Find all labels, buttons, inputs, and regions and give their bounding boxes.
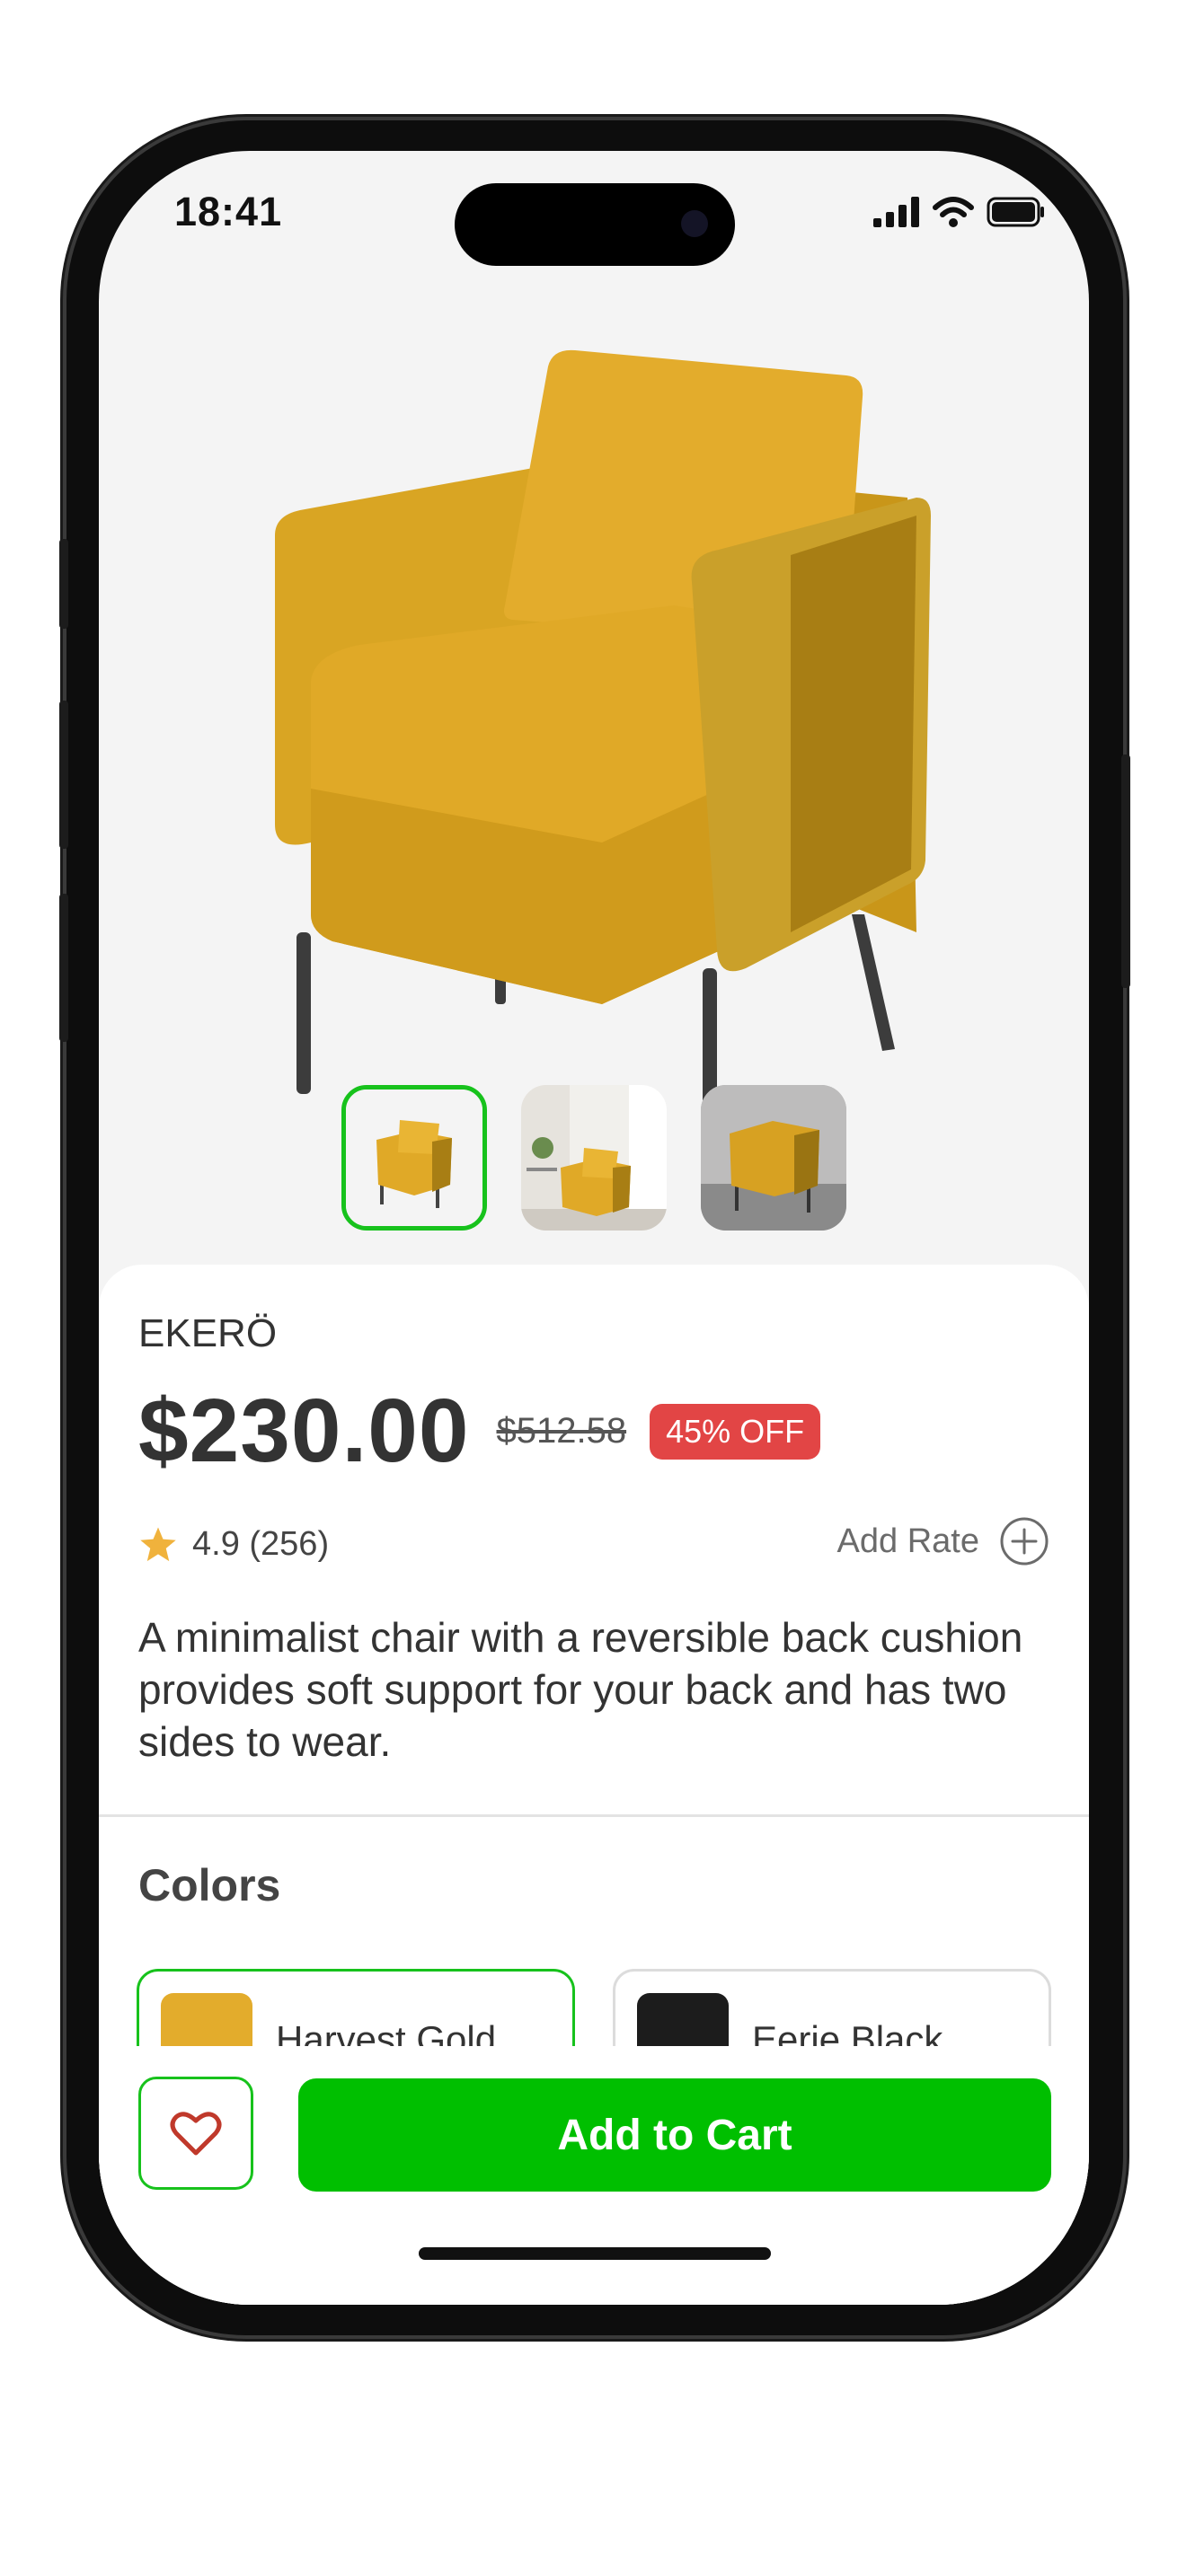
action-button (59, 539, 68, 629)
bottom-action-bar: Add to Cart (99, 2046, 1089, 2305)
add-circle-icon (1000, 1517, 1049, 1566)
section-divider (99, 1814, 1089, 1817)
heart-icon (170, 2112, 222, 2156)
current-price: $230.00 (138, 1381, 470, 1481)
power-button (1121, 754, 1130, 988)
front-camera (681, 210, 708, 237)
product-description: A minimalist chair with a reversible bac… (138, 1614, 1023, 1765)
add-to-cart-button[interactable]: Add to Cart (298, 2078, 1051, 2192)
volume-up-button (59, 701, 68, 849)
status-icons (873, 194, 1046, 230)
rating-value: 4.9 (256) (192, 1525, 330, 1563)
thumbnail-2[interactable] (521, 1085, 667, 1231)
add-rate-label: Add Rate (836, 1522, 979, 1560)
rating-row: 4.9 (256) (138, 1525, 329, 1564)
product-name: EKERÖ (138, 1311, 278, 1355)
home-indicator (419, 2247, 771, 2260)
battery-icon (987, 197, 1044, 227)
thumbnail-gray-room-image (701, 1085, 846, 1231)
thumbnail-chair-image (346, 1090, 482, 1226)
original-price: $512.58 (496, 1411, 627, 1451)
signal-icon (873, 197, 919, 227)
wifi-icon (933, 197, 974, 227)
star-icon (140, 1526, 176, 1561)
thumbnail-room-image (521, 1085, 667, 1231)
favorite-button[interactable] (138, 2077, 253, 2190)
volume-down-button (59, 894, 68, 1042)
discount-badge: 45% OFF (650, 1403, 821, 1460)
status-time: 18:41 (174, 189, 283, 234)
app-screen: 18:41 EKERÖ $230.00 $512.58 45% OFF 4.9 … (99, 151, 1089, 2305)
colors-heading: Colors (138, 1860, 281, 1910)
dynamic-island (455, 183, 735, 266)
thumbnail-3[interactable] (701, 1085, 846, 1231)
thumbnail-strip (99, 1085, 1089, 1231)
product-hero-image (275, 349, 931, 1130)
thumbnail-1[interactable] (341, 1085, 487, 1231)
add-rate-button[interactable]: Add Rate (837, 1516, 1049, 1566)
price-row: $230.00 $512.58 45% OFF (138, 1380, 821, 1483)
